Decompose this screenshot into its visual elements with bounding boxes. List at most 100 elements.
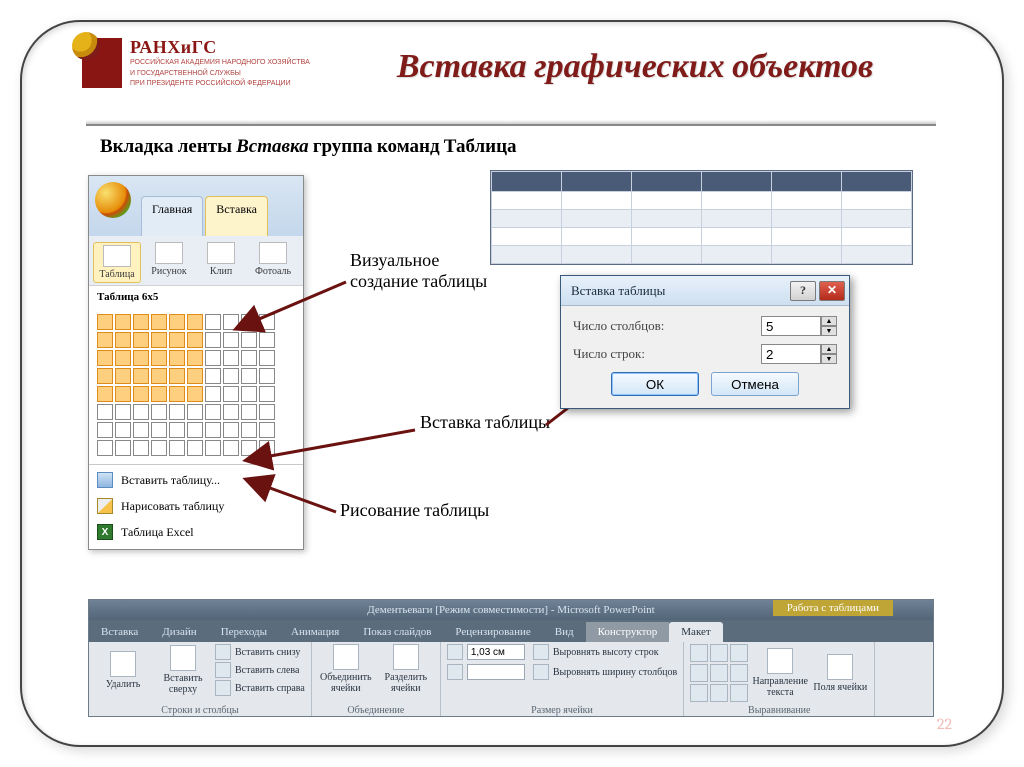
grid-cell[interactable] bbox=[223, 422, 239, 438]
insert-right-button[interactable]: Вставить справа bbox=[215, 680, 305, 696]
cell-margins-button[interactable]: Поля ячейки bbox=[812, 654, 868, 693]
ribbon-tab-Конструктор[interactable]: Конструктор bbox=[586, 622, 670, 642]
grid-cell[interactable] bbox=[241, 350, 257, 366]
grid-cell[interactable] bbox=[115, 440, 131, 456]
grid-cell[interactable] bbox=[223, 404, 239, 420]
grid-cell[interactable] bbox=[223, 332, 239, 348]
grid-cell[interactable] bbox=[259, 314, 275, 330]
grid-cell[interactable] bbox=[133, 404, 149, 420]
grid-cell[interactable] bbox=[205, 350, 221, 366]
grid-cell[interactable] bbox=[223, 350, 239, 366]
grid-cell[interactable] bbox=[187, 404, 203, 420]
align-br-icon[interactable] bbox=[730, 684, 748, 702]
grid-cell[interactable] bbox=[169, 350, 185, 366]
grid-cell[interactable] bbox=[205, 404, 221, 420]
grid-cell[interactable] bbox=[259, 422, 275, 438]
text-direction-button[interactable]: Направление текста bbox=[752, 648, 808, 698]
grid-cell[interactable] bbox=[169, 386, 185, 402]
grid-cell[interactable] bbox=[241, 368, 257, 384]
grid-cell[interactable] bbox=[115, 332, 131, 348]
align-bc-icon[interactable] bbox=[710, 684, 728, 702]
tab-home[interactable]: Главная bbox=[141, 196, 203, 236]
ok-button[interactable]: ОК bbox=[611, 372, 699, 396]
grid-cell[interactable] bbox=[151, 314, 167, 330]
insert-below-button[interactable]: Вставить снизу bbox=[215, 644, 305, 660]
grid-cell[interactable] bbox=[133, 332, 149, 348]
grid-cell[interactable] bbox=[241, 332, 257, 348]
grid-cell[interactable] bbox=[259, 404, 275, 420]
dialog-close-button[interactable]: ✕ bbox=[819, 281, 845, 301]
grid-cell[interactable] bbox=[259, 332, 275, 348]
ribbon-tab-Анимация[interactable]: Анимация bbox=[279, 622, 351, 642]
grid-cell[interactable] bbox=[223, 386, 239, 402]
grid-cell[interactable] bbox=[169, 368, 185, 384]
grid-cell[interactable] bbox=[133, 440, 149, 456]
ribbon-tab-Показ слайдов[interactable]: Показ слайдов bbox=[351, 622, 443, 642]
grid-cell[interactable] bbox=[223, 440, 239, 456]
tab-insert[interactable]: Вставка bbox=[205, 196, 268, 236]
grid-cell[interactable] bbox=[115, 386, 131, 402]
cols-up[interactable]: ▲ bbox=[821, 316, 837, 326]
rows-up[interactable]: ▲ bbox=[821, 344, 837, 354]
grid-cell[interactable] bbox=[259, 440, 275, 456]
grid-cell[interactable] bbox=[187, 314, 203, 330]
ribbon-tab-Вид[interactable]: Вид bbox=[543, 622, 586, 642]
grid-cell[interactable] bbox=[205, 422, 221, 438]
table-size-grid[interactable] bbox=[89, 308, 303, 462]
split-cells-button[interactable]: Разделить ячейки bbox=[378, 644, 434, 694]
ribbon-tab-Переходы[interactable]: Переходы bbox=[209, 622, 279, 642]
grid-cell[interactable] bbox=[97, 368, 113, 384]
grid-cell[interactable] bbox=[133, 386, 149, 402]
grid-cell[interactable] bbox=[241, 422, 257, 438]
grid-cell[interactable] bbox=[97, 332, 113, 348]
align-tc-icon[interactable] bbox=[710, 644, 728, 662]
align-mr-icon[interactable] bbox=[730, 664, 748, 682]
distribute-cols-button[interactable]: Выровнять ширину столбцов bbox=[533, 664, 677, 680]
grid-cell[interactable] bbox=[205, 440, 221, 456]
grid-cell[interactable] bbox=[259, 368, 275, 384]
menu-insert-table[interactable]: Вставить таблицу... bbox=[89, 467, 303, 493]
align-mc-icon[interactable] bbox=[710, 664, 728, 682]
grid-cell[interactable] bbox=[223, 368, 239, 384]
grid-cell[interactable] bbox=[115, 404, 131, 420]
menu-excel-table[interactable]: Таблица Excel bbox=[89, 519, 303, 545]
grid-cell[interactable] bbox=[151, 422, 167, 438]
grid-cell[interactable] bbox=[169, 404, 185, 420]
insert-left-button[interactable]: Вставить слева bbox=[215, 662, 305, 678]
grid-cell[interactable] bbox=[205, 368, 221, 384]
insert-above-button[interactable]: Вставить сверху bbox=[155, 645, 211, 695]
grid-cell[interactable] bbox=[259, 386, 275, 402]
grid-cell[interactable] bbox=[97, 440, 113, 456]
grid-cell[interactable] bbox=[241, 314, 257, 330]
grid-cell[interactable] bbox=[187, 350, 203, 366]
ribbon-photo-button[interactable]: Фотоаль bbox=[249, 242, 297, 283]
distribute-rows-button[interactable]: Выровнять высоту строк bbox=[533, 644, 677, 660]
grid-cell[interactable] bbox=[223, 314, 239, 330]
grid-cell[interactable] bbox=[259, 350, 275, 366]
grid-cell[interactable] bbox=[97, 350, 113, 366]
rows-down[interactable]: ▼ bbox=[821, 354, 837, 364]
align-ml-icon[interactable] bbox=[690, 664, 708, 682]
grid-cell[interactable] bbox=[97, 404, 113, 420]
delete-button[interactable]: Удалить bbox=[95, 651, 151, 690]
grid-cell[interactable] bbox=[97, 314, 113, 330]
grid-cell[interactable] bbox=[133, 368, 149, 384]
col-width-input[interactable] bbox=[467, 664, 525, 680]
grid-cell[interactable] bbox=[151, 368, 167, 384]
grid-cell[interactable] bbox=[187, 440, 203, 456]
align-tr-icon[interactable] bbox=[730, 644, 748, 662]
grid-cell[interactable] bbox=[187, 332, 203, 348]
grid-cell[interactable] bbox=[115, 314, 131, 330]
grid-cell[interactable] bbox=[187, 386, 203, 402]
cols-input[interactable] bbox=[761, 316, 821, 336]
align-bl-icon[interactable] bbox=[690, 684, 708, 702]
grid-cell[interactable] bbox=[169, 332, 185, 348]
grid-cell[interactable] bbox=[115, 368, 131, 384]
grid-cell[interactable] bbox=[205, 332, 221, 348]
row-height-input[interactable] bbox=[467, 644, 525, 660]
grid-cell[interactable] bbox=[133, 350, 149, 366]
grid-cell[interactable] bbox=[241, 404, 257, 420]
ribbon-table-button[interactable]: Таблица bbox=[93, 242, 141, 283]
office-button-icon[interactable] bbox=[95, 182, 131, 218]
cancel-button[interactable]: Отмена bbox=[711, 372, 799, 396]
